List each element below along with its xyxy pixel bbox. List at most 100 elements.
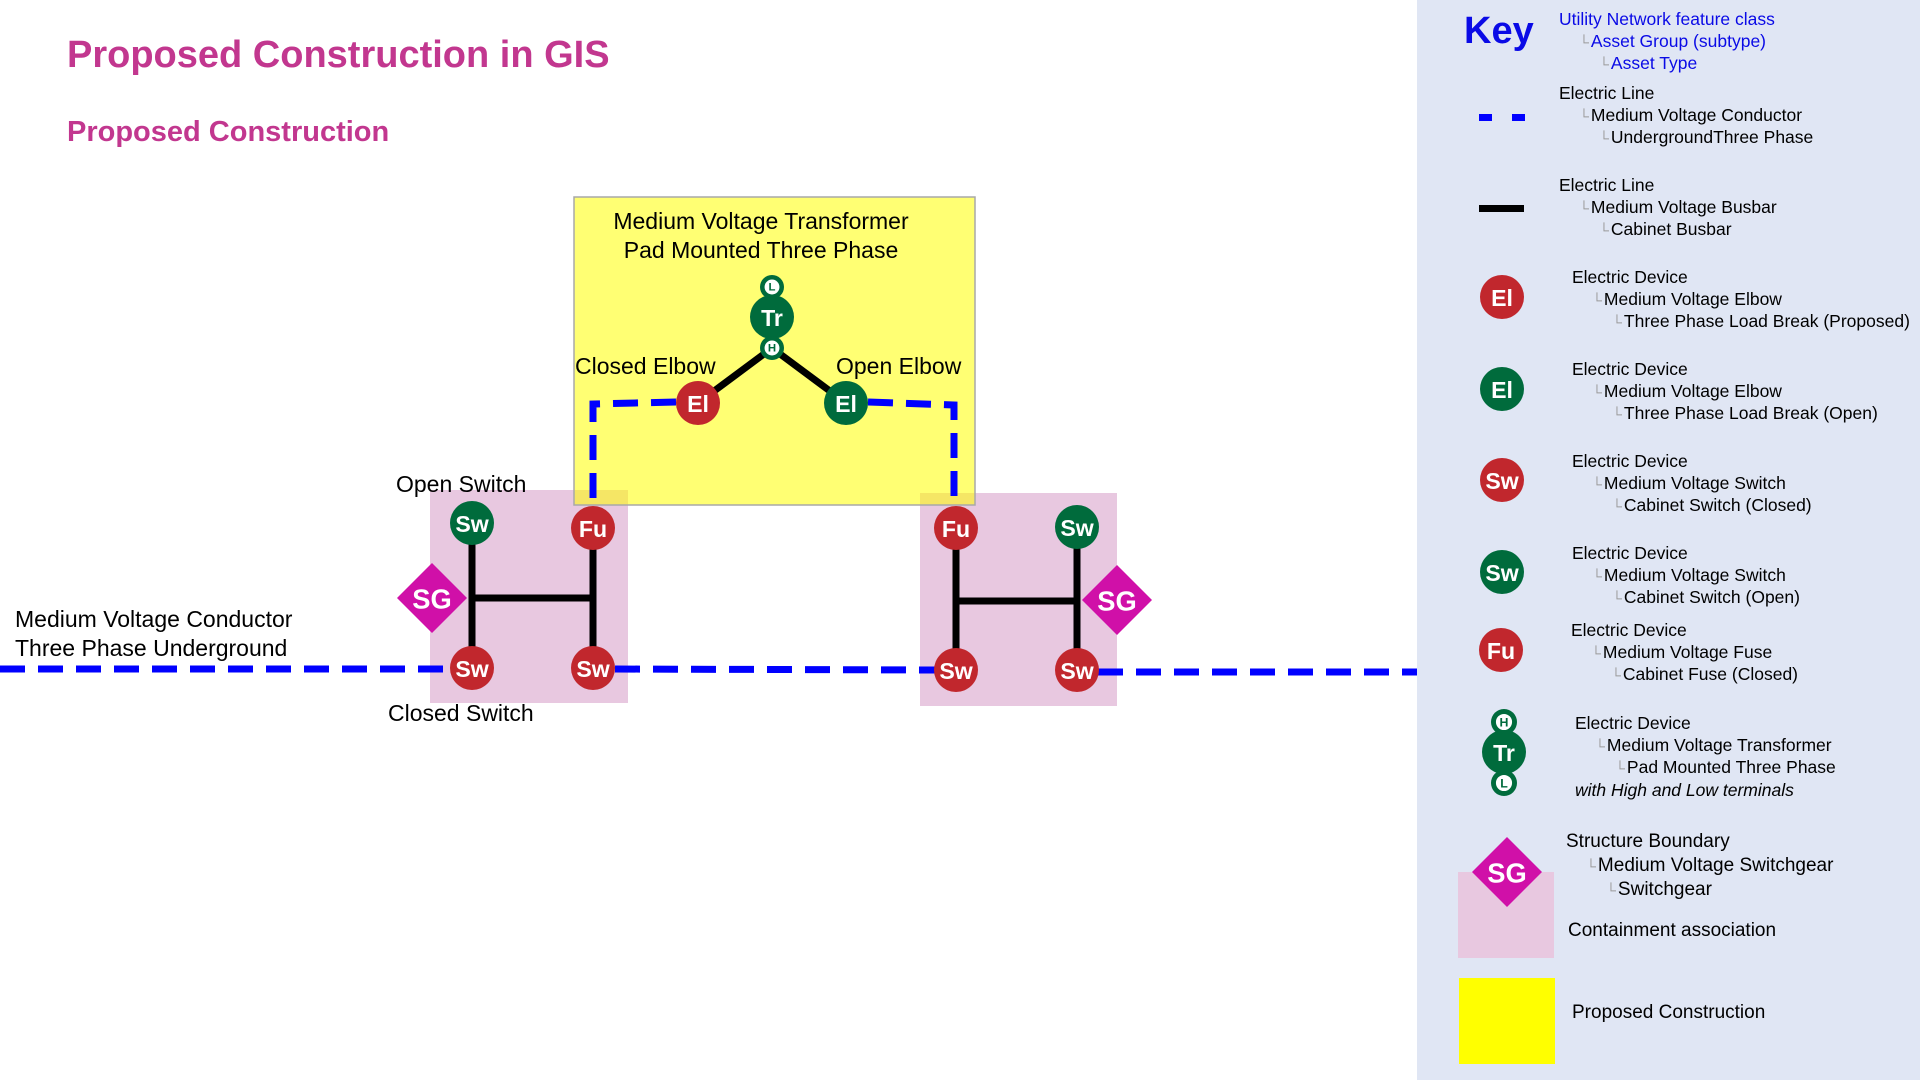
- open-switch-label: Open Switch: [396, 471, 527, 497]
- legend-entry-line2-row: └ Medium Voltage Fuse: [1571, 642, 1798, 665]
- right-fuse-code: Fu: [942, 516, 970, 542]
- tree-branch-icon: └: [1592, 383, 1602, 400]
- tree-branch-icon: └: [1599, 130, 1609, 146]
- legend-entry-line3: Switchgear: [1617, 879, 1712, 900]
- legend-entry-line2: Medium Voltage Transformer: [1606, 734, 1832, 755]
- left-closed-switch-left[interactable]: Sw: [450, 646, 494, 690]
- tree-branch-icon: └: [1599, 222, 1609, 238]
- transformer-high-terminal-letter: H: [768, 343, 776, 355]
- legend-entry-fuse: Electric Device └ Medium Voltage Fuse └ Ca…: [1571, 620, 1798, 687]
- legend-entry-transformer: Electric Device └ Medium Voltage Transfor…: [1575, 713, 1836, 801]
- legend-transformer-high-terminal-letter: H: [1500, 716, 1509, 730]
- legend-symbols: El El Sw Sw Fu H Tr L SG: [1458, 114, 1555, 1064]
- transformer-low-terminal-letter: L: [769, 282, 776, 294]
- legend-entry-line3: Three Phase Load Break (Proposed): [1623, 311, 1910, 331]
- page-title: Proposed Construction in GIS: [67, 34, 610, 76]
- page-subtitle: Proposed Construction: [67, 116, 390, 148]
- legend-entry-elbow-open: Electric Device └ Medium Voltage Elbow └ T…: [1572, 359, 1878, 426]
- legend-entry-line3: Cabinet Switch (Open): [1623, 587, 1800, 607]
- legend-entry-line2: Medium Voltage Switch: [1603, 564, 1786, 585]
- conductor-between-switchgear[interactable]: [614, 665, 937, 674]
- legend-entry-line2-row: └ Medium Voltage Switch: [1572, 565, 1800, 588]
- legend-symbol-transformer-code: Tr: [1493, 740, 1515, 766]
- legend-symbol-transformer[interactable]: Tr: [1482, 730, 1526, 774]
- open-elbow-code: El: [835, 391, 857, 417]
- legend-symbol-fu-red[interactable]: Fu: [1479, 628, 1523, 672]
- tree-branch-icon: └: [1615, 760, 1625, 776]
- legend-entry-line1: Electric Device: [1575, 713, 1691, 733]
- legend-entry-elbow-proposed: Electric Device └ Medium Voltage Elbow └ T…: [1572, 267, 1910, 334]
- tree-branch-icon: └: [1592, 475, 1602, 492]
- legend-entry-line3-row: └ Cabinet Fuse (Closed): [1571, 664, 1798, 687]
- legend-entry-line1: Electric Line: [1559, 175, 1655, 195]
- legend-transformer-low-terminal[interactable]: L: [1491, 770, 1517, 796]
- legend-entry-line3: Pad Mounted Three Phase: [1626, 757, 1836, 777]
- closed-elbow[interactable]: El: [676, 381, 720, 425]
- left-open-switch[interactable]: Sw: [450, 501, 494, 545]
- legend-entry-line3-row: └ Cabinet Switch (Open): [1572, 587, 1800, 610]
- legend-entry-line1: Electric Device: [1572, 451, 1688, 471]
- legend-symbol-sw-green[interactable]: Sw: [1480, 550, 1524, 594]
- legend-entry-line3-row: └ Three Phase Load Break (Open): [1572, 403, 1878, 426]
- right-closed-switch-right-code: Sw: [1060, 658, 1094, 684]
- tree-branch-icon: └: [1612, 590, 1622, 606]
- transformer-label: Medium Voltage Transformer Pad Mounted T…: [574, 207, 948, 265]
- legend-entry-line2: Medium Voltage Elbow: [1603, 288, 1782, 309]
- transformer[interactable]: Tr: [750, 295, 794, 339]
- tree-branch-icon: └: [1612, 498, 1622, 514]
- legend-entry-line2-row: └ Medium Voltage Busbar: [1559, 197, 1777, 220]
- legend-entry-line2: Medium Voltage Busbar: [1590, 196, 1777, 217]
- legend-symbol-fu-red-code: Fu: [1487, 638, 1515, 664]
- right-closed-switch-right[interactable]: Sw: [1055, 648, 1099, 692]
- legend-entry-line3: Three Phase Load Break (Open): [1623, 403, 1878, 423]
- left-closed-switch-left-code: Sw: [455, 656, 489, 682]
- tree-branch-icon: └: [1592, 567, 1602, 584]
- legend-entry-line2-row: └ Medium Voltage Elbow: [1572, 289, 1910, 312]
- legend-entry-line3-row: └ UndergroundThree Phase: [1559, 127, 1813, 150]
- legend-entry-line3: Cabinet Busbar: [1610, 219, 1732, 239]
- legend-entry-line2: Medium Voltage Conductor: [1590, 104, 1803, 125]
- legend-symbol-el-green[interactable]: El: [1480, 367, 1524, 411]
- legend-symbol-sw-green-code: Sw: [1485, 560, 1519, 586]
- right-open-switch[interactable]: Sw: [1055, 505, 1099, 549]
- legend-symbol-el-red[interactable]: El: [1480, 275, 1524, 319]
- legend-entry-switch-closed: Electric Device └ Medium Voltage Switch └…: [1572, 451, 1812, 518]
- left-closed-switch-right-code: Sw: [576, 656, 610, 682]
- legend-entry-line3-row: └ Three Phase Load Break (Proposed): [1572, 311, 1910, 334]
- left-switchgear-boundary-code: SG: [412, 584, 451, 615]
- tree-branch-icon: └: [1586, 857, 1596, 874]
- tree-branch-icon: └: [1579, 199, 1589, 216]
- legend-proposed-construction-symbol: [1459, 978, 1555, 1064]
- tree-branch-icon: └: [1595, 737, 1605, 754]
- transformer-high-terminal[interactable]: H: [760, 336, 784, 360]
- tree-branch-icon: └: [1612, 406, 1622, 422]
- legend-entry-line2: Medium Voltage Elbow: [1603, 380, 1782, 401]
- left-fuse[interactable]: Fu: [571, 506, 615, 550]
- legend-entry-line1: Electric Device: [1572, 267, 1688, 287]
- legend-entry-busbar: Electric Line └ Medium Voltage Busbar └ Ca…: [1559, 175, 1777, 242]
- legend-entry-switch-open: Electric Device └ Medium Voltage Switch └…: [1572, 543, 1800, 610]
- legend-symbol-sw-red[interactable]: Sw: [1480, 458, 1524, 502]
- legend-entry-line2-row: └ Medium Voltage Conductor: [1559, 105, 1813, 128]
- legend-entry-line2: Medium Voltage Fuse: [1602, 641, 1773, 662]
- closed-switch-label: Closed Switch: [388, 700, 534, 726]
- right-closed-switch-left[interactable]: Sw: [934, 648, 978, 692]
- left-closed-switch-right[interactable]: Sw: [571, 646, 615, 690]
- tree-branch-icon: └: [1579, 107, 1589, 124]
- legend-entry-line3-row: └ Pad Mounted Three Phase: [1575, 757, 1836, 780]
- legend-entry-line2-row: └ Medium Voltage Switchgear: [1566, 854, 1833, 879]
- conductor-label-line1: Medium Voltage Conductor: [15, 606, 293, 632]
- legend-symbol-sw-red-code: Sw: [1485, 468, 1519, 494]
- right-fuse[interactable]: Fu: [934, 506, 978, 550]
- legend-transformer-low-terminal-letter: L: [1500, 777, 1508, 791]
- right-switchgear-boundary-code: SG: [1097, 586, 1136, 617]
- legend-entry-line3: Cabinet Fuse (Closed): [1622, 664, 1798, 684]
- legend-entry-line3-row: └ Switchgear: [1566, 878, 1833, 903]
- legend-entry-line2-row: └ Medium Voltage Elbow: [1572, 381, 1878, 404]
- legend-entry-switchgear: Structure Boundary └ Medium Voltage Switc…: [1566, 830, 1833, 903]
- legend-entry-line1: Electric Line: [1559, 83, 1655, 103]
- legend-entry-line3-row: └ Cabinet Busbar: [1559, 219, 1777, 242]
- legend-entry-line3: Cabinet Switch (Closed): [1623, 495, 1812, 515]
- legend-dashed-conductor-symbol: [1479, 114, 1525, 121]
- open-elbow[interactable]: El: [824, 381, 868, 425]
